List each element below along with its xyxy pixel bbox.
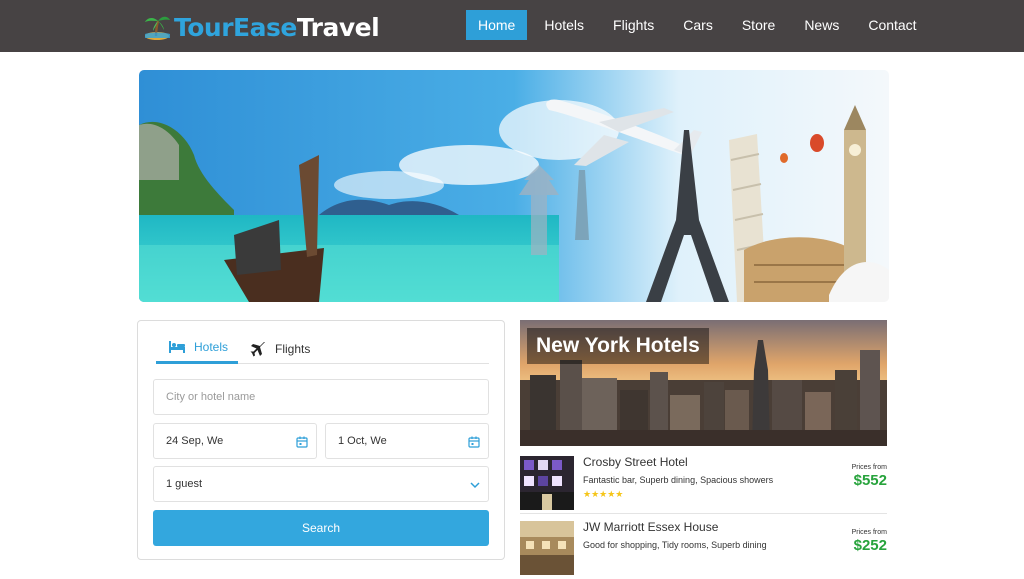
- logo[interactable]: TourEaseTravel: [142, 10, 380, 44]
- tab-hotels[interactable]: Hotels: [156, 333, 238, 364]
- guests-select[interactable]: 1 guest: [153, 466, 489, 502]
- search-tabs: Hotels Flights: [156, 333, 489, 364]
- city-title: New York Hotels: [527, 328, 709, 364]
- tab-hotels-label: Hotels: [194, 340, 229, 354]
- top-navbar: TourEaseTravel Home Hotels Flights Cars …: [0, 0, 1024, 52]
- palm-island-icon: [145, 16, 170, 40]
- hotel-thumbnail[interactable]: [520, 456, 574, 510]
- prices-from-label: Prices from: [851, 529, 887, 536]
- hotel-row[interactable]: JW Marriott Essex House Good for shoppin…: [520, 519, 887, 579]
- tab-flights-label: Flights: [275, 341, 311, 356]
- nav-store[interactable]: Store: [730, 10, 787, 40]
- calendar-icon: [468, 436, 480, 448]
- nav-contact[interactable]: Contact: [856, 10, 928, 40]
- checkin-field[interactable]: 24 Sep, We: [153, 423, 317, 459]
- checkout-field[interactable]: 1 Oct, We: [325, 423, 489, 459]
- checkin-value: 24 Sep, We: [166, 435, 224, 447]
- city-field: [153, 379, 489, 415]
- hotel-row[interactable]: Crosby Street Hotel Fantastic bar, Super…: [520, 454, 887, 514]
- checkout-value: 1 Oct, We: [338, 435, 387, 447]
- hotel-name[interactable]: JW Marriott Essex House: [583, 520, 718, 534]
- bed-icon: [169, 341, 185, 353]
- calendar-icon: [296, 436, 308, 448]
- guests-value: 1 guest: [166, 478, 203, 490]
- hotels-card: New York Hotels Crosby Street Hotel Fant…: [520, 320, 887, 575]
- tab-flights[interactable]: Flights: [250, 333, 310, 364]
- search-panel: Hotels Flights 24 Sep, We 1 Oct, We: [137, 320, 505, 560]
- city-skyline-image: New York Hotels: [520, 320, 887, 446]
- prices-from-label: Prices from: [851, 464, 887, 471]
- nav-home[interactable]: Home: [466, 10, 528, 40]
- nav-flights[interactable]: Flights: [601, 10, 666, 40]
- brand-part-2: Travel: [296, 12, 380, 42]
- main-nav: Home Hotels Flights Cars Store News Cont…: [466, 10, 934, 40]
- city-input[interactable]: [166, 391, 488, 403]
- chevron-down-icon: [470, 482, 480, 489]
- brand-part-1: TourEase: [174, 12, 297, 42]
- hotel-thumbnail[interactable]: [520, 521, 574, 575]
- nav-news[interactable]: News: [792, 10, 851, 40]
- nav-hotels[interactable]: Hotels: [532, 10, 596, 40]
- star-rating: ★★★★★: [583, 489, 624, 499]
- hero-banner-image: [139, 70, 889, 302]
- hotel-description: Fantastic bar, Superb dining, Spacious s…: [583, 475, 774, 485]
- hotel-price: $552: [853, 472, 887, 489]
- nav-cars[interactable]: Cars: [671, 10, 725, 40]
- hotel-price: $252: [853, 537, 887, 554]
- search-button[interactable]: Search: [153, 510, 489, 546]
- hotel-description: Good for shopping, Tidy rooms, Superb di…: [583, 540, 767, 550]
- airplane-icon: [250, 341, 265, 356]
- hotel-name[interactable]: Crosby Street Hotel: [583, 455, 688, 469]
